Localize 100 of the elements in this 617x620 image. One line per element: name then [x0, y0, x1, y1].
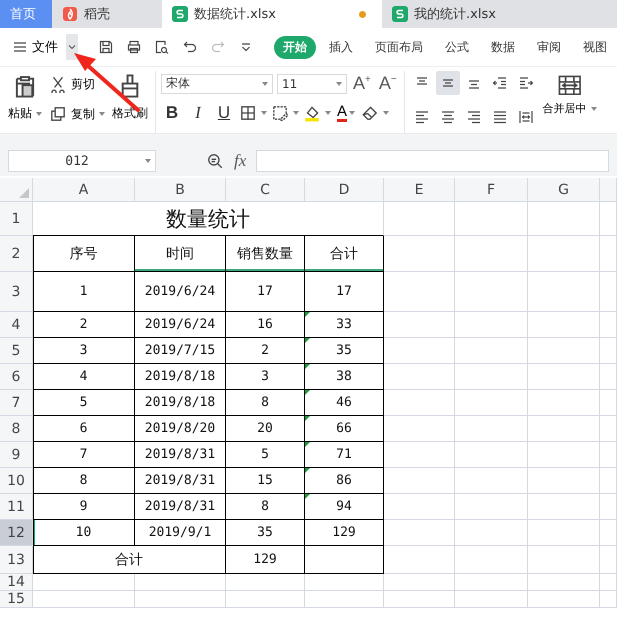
- table-cell: 2: [226, 338, 305, 364]
- column-header[interactable]: C: [226, 178, 305, 202]
- column-header[interactable]: A: [33, 178, 135, 202]
- caret-icon: [349, 111, 356, 115]
- merge-cells-icon: [556, 73, 584, 95]
- row-header[interactable]: 13: [0, 546, 33, 574]
- table-cell: 10: [33, 520, 135, 546]
- ribbon-tab[interactable]: 页面布局: [366, 36, 432, 58]
- ribbon-tab[interactable]: 数据: [482, 36, 524, 58]
- align-left-icon: [414, 109, 430, 125]
- table-cell: 129: [226, 546, 305, 574]
- copy-button[interactable]: 复制: [47, 103, 107, 125]
- row-header[interactable]: 9: [0, 442, 33, 468]
- align-center-icon: [440, 109, 456, 125]
- table-cell: 5: [33, 390, 135, 416]
- column-header[interactable]: F: [455, 178, 528, 202]
- paste-button[interactable]: 粘贴: [6, 71, 44, 133]
- cut-button[interactable]: 剪切: [47, 73, 107, 95]
- spreadsheet-logo-icon: [172, 6, 188, 22]
- row-header[interactable]: 3: [0, 272, 33, 312]
- column-header[interactable]: B: [135, 178, 226, 202]
- save-icon: [98, 39, 114, 55]
- ribbon-tab[interactable]: 插入: [320, 36, 362, 58]
- empty-cell[interactable]: [305, 546, 384, 574]
- title-cell: 数量统计: [33, 202, 384, 236]
- undo-icon: [182, 39, 198, 55]
- bold-button[interactable]: B: [161, 102, 183, 124]
- table-cell: 2019/8/31: [135, 494, 226, 520]
- table-cell: 2019/8/31: [135, 468, 226, 494]
- row-header[interactable]: 8: [0, 416, 33, 442]
- distribute-icon: [518, 109, 534, 125]
- column-header[interactable]: G: [528, 178, 600, 202]
- row-header[interactable]: 14: [0, 574, 33, 591]
- table-cell: 5: [226, 442, 305, 468]
- row-header[interactable]: 4: [0, 312, 33, 338]
- justify-icon: [492, 109, 508, 125]
- table-cell: 2019/8/20: [135, 416, 226, 442]
- select-all-corner[interactable]: [0, 178, 33, 202]
- ribbon-tab[interactable]: 审阅: [528, 36, 570, 58]
- italic-button[interactable]: I: [187, 102, 209, 124]
- align-button[interactable]: [436, 71, 460, 95]
- row-header[interactable]: 1: [0, 202, 33, 236]
- file-tab[interactable]: 数据统计.xlsx: [162, 0, 382, 28]
- scissors-icon: [49, 75, 67, 93]
- row-header[interactable]: 6: [0, 364, 33, 390]
- table-cell: 17: [305, 272, 384, 312]
- table-cell: 2019/8/18: [135, 390, 226, 416]
- name-box[interactable]: 012: [8, 150, 156, 172]
- table-cell: 38: [305, 364, 384, 390]
- caret-icon: [590, 106, 597, 110]
- caret-icon: [325, 111, 331, 115]
- menu-dropdown-button[interactable]: [66, 34, 78, 60]
- caret-icon: [36, 112, 42, 116]
- shrink-font-button[interactable]: A$^{−}$: [376, 73, 399, 94]
- redo-icon: [210, 39, 226, 55]
- print-preview-icon: [154, 39, 170, 55]
- ribbon-tab[interactable]: 公式: [436, 36, 478, 58]
- font-color-button[interactable]: A: [335, 104, 358, 122]
- table-cell: 2019/6/24: [135, 312, 226, 338]
- table-cell: 2019/8/31: [135, 442, 226, 468]
- table-cell: 8: [226, 494, 305, 520]
- font-family-field[interactable]: 宋体: [161, 74, 273, 94]
- function-label[interactable]: fx: [234, 151, 246, 171]
- merge-center-button[interactable]: 合并居中: [542, 71, 597, 133]
- header-cell: 销售数量: [226, 236, 305, 272]
- caret-icon: [99, 112, 105, 116]
- fill-bucket-icon: [303, 104, 321, 122]
- font-size-field[interactable]: 11: [277, 74, 347, 94]
- table-cell: 33: [305, 312, 384, 338]
- grow-font-button[interactable]: A$^{+}$: [351, 73, 373, 94]
- ribbon-tab[interactable]: 视图: [574, 36, 616, 58]
- table-cell: 2: [33, 312, 135, 338]
- table-cell: 35: [226, 520, 305, 546]
- table-cell: 16: [226, 312, 305, 338]
- spreadsheet-logo-icon: [392, 6, 408, 22]
- column-header[interactable]: [600, 178, 617, 202]
- table-cell: 46: [305, 390, 384, 416]
- row-header[interactable]: 5: [0, 338, 33, 364]
- table-cell: 8: [226, 390, 305, 416]
- row-header[interactable]: 7: [0, 390, 33, 416]
- border-icon: [239, 104, 257, 122]
- align-right-icon: [466, 109, 482, 125]
- row-header[interactable]: 11: [0, 494, 33, 520]
- header-cell: 时间: [135, 236, 226, 272]
- row-header[interactable]: 12: [0, 520, 33, 546]
- table-cell: 71: [305, 442, 384, 468]
- table-cell: 合计: [33, 546, 226, 574]
- table-cell: 8: [33, 468, 135, 494]
- underline-button[interactable]: U: [213, 102, 235, 124]
- table-cell: 35: [305, 338, 384, 364]
- table-cell: 4: [33, 364, 135, 390]
- column-header[interactable]: E: [384, 178, 455, 202]
- row-header[interactable]: 2: [0, 236, 33, 272]
- row-header[interactable]: 15: [0, 591, 33, 608]
- column-header[interactable]: D: [305, 178, 384, 202]
- file-menu-button[interactable]: 文件: [8, 36, 62, 58]
- formula-field[interactable]: [256, 150, 609, 172]
- table-cell: 2019/7/15: [135, 338, 226, 364]
- row-header[interactable]: 10: [0, 468, 33, 494]
- header-cell: 序号: [33, 236, 135, 272]
